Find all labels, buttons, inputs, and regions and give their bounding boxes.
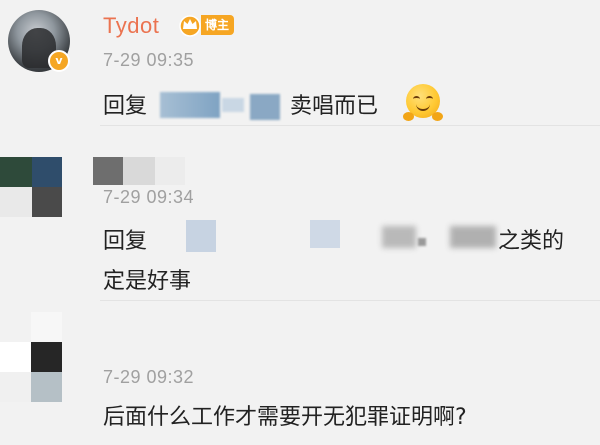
redacted-username bbox=[155, 157, 185, 185]
redacted-text bbox=[382, 226, 416, 248]
divider bbox=[100, 125, 600, 126]
redacted-mention bbox=[186, 220, 216, 252]
comment-text-line-2: 定是好事 bbox=[103, 269, 192, 294]
redacted-mention bbox=[160, 92, 220, 118]
verified-icon: v bbox=[48, 50, 70, 72]
hug-emoji-icon bbox=[403, 84, 443, 121]
badge-label: 博主 bbox=[201, 15, 235, 35]
avatar[interactable]: v bbox=[8, 10, 72, 74]
redacted-mention bbox=[222, 98, 244, 112]
redacted-mention bbox=[250, 94, 280, 120]
redacted-username bbox=[123, 157, 155, 185]
divider bbox=[100, 300, 600, 301]
timestamp: 7-29 09:34 bbox=[103, 187, 195, 207]
username[interactable]: Tydot bbox=[103, 13, 159, 39]
timestamp: 7-29 09:35 bbox=[103, 50, 195, 70]
redacted-text bbox=[450, 226, 496, 248]
redacted-mention bbox=[310, 220, 340, 248]
crown-icon bbox=[179, 15, 201, 37]
comment-text: 后面什么工作才需要开无犯罪证明啊? bbox=[103, 405, 467, 430]
timestamp: 7-29 09:32 bbox=[103, 367, 195, 387]
comment-text-line: 回复 bbox=[103, 88, 147, 120]
comment-text-line: 回复 bbox=[103, 223, 147, 255]
redacted-text bbox=[418, 238, 426, 246]
redacted-username bbox=[93, 157, 123, 185]
reply-prefix: 回复 bbox=[103, 229, 148, 254]
comment-text: 卖唱而已 bbox=[290, 94, 379, 119]
comment-text: 之类的 bbox=[498, 229, 565, 254]
comment-list: v Tydot 博主 7-29 09:35 回复 卖唱而已 7-29 09:34… bbox=[0, 0, 600, 445]
blogger-badge: 博主 bbox=[178, 13, 235, 37]
reply-prefix: 回复 bbox=[103, 94, 148, 119]
